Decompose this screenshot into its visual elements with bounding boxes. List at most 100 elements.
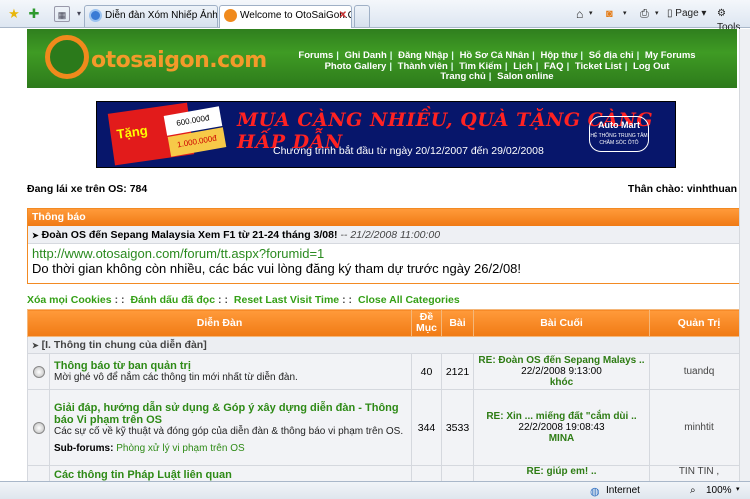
mark-read-link[interactable]: Đánh dấu đã đọc xyxy=(130,294,215,306)
zoom-magnifier-icon[interactable]: ⌕ xyxy=(690,485,696,496)
site-logo[interactable]: otosaigon.com xyxy=(45,35,267,83)
online-count: Đang lái xe trên OS: 784 xyxy=(27,183,148,195)
gift-tag-text: Tặng xyxy=(115,122,149,142)
notice-title[interactable]: Đoàn OS đến Sepang Malaysia Xem F1 từ 21… xyxy=(42,229,338,241)
nav-calendar[interactable]: Lịch xyxy=(513,61,533,72)
add-favorites-icon[interactable]: ✚ xyxy=(26,6,42,22)
nav-my-forums[interactable]: My Forums xyxy=(645,50,696,61)
home-chevron-icon[interactable]: ▾ xyxy=(589,7,593,21)
print-icon[interactable]: ⎙ xyxy=(640,7,649,21)
table-row: Các thông tin Pháp Luật liên quan RE: gi… xyxy=(27,465,749,481)
notice-message: Do thời gian không còn nhiều, các bác vu… xyxy=(32,261,522,276)
col-forum: Diễn Đàn xyxy=(27,309,412,337)
main-nav: Forums | Ghi Danh | Đăng Nhập | Hồ Sơ Cá Nh… xyxy=(262,50,732,83)
forum-actions: Xóa mọi Cookies: : Đánh dấu đã đọc: : Re… xyxy=(27,294,460,306)
col-last-post: Bài Cuối xyxy=(473,309,650,337)
reset-visit-link[interactable]: Reset Last Visit Time xyxy=(234,294,339,306)
forum-name-link[interactable]: Giải đáp, hướng dẫn sử dụng & Góp ý xây … xyxy=(54,402,407,426)
clear-cookies-link[interactable]: Xóa mọi Cookies xyxy=(27,294,112,306)
moderator-link[interactable]: tuandq xyxy=(649,353,749,390)
topics-count: 40 xyxy=(411,353,442,390)
nav-home[interactable]: Trang chủ xyxy=(440,71,485,82)
zoom-chevron-icon[interactable]: ▾ xyxy=(736,485,740,493)
notice-link[interactable]: http://www.otosaigon.com/forum/tt.aspx?f… xyxy=(28,246,748,261)
last-post-date: 22/2/2008 9:13:00 xyxy=(521,366,602,377)
col-moderator: Quản Trị xyxy=(649,309,749,337)
last-post-link[interactable]: RE: Đoàn OS đến Sepang Malays .. xyxy=(478,355,644,366)
subforums-label: Sub-forums: xyxy=(54,442,114,454)
promo-banner[interactable]: Tặng 600.000đ 1.000.000đ MUA CÀNG NHIỀU,… xyxy=(96,101,676,168)
favorites-star-icon[interactable]: ★ xyxy=(6,6,22,22)
last-post-cell: RE: Xin ... miếng đất "cắm dùi .. 22/2/2… xyxy=(473,389,650,466)
feeds-icon[interactable]: ◙ xyxy=(606,7,613,21)
greeting: Thân chào: vinhthuan xyxy=(627,183,737,195)
nav-salon-online[interactable]: Salon online xyxy=(497,71,553,82)
nav-login[interactable]: Đăng Nhập xyxy=(398,50,448,61)
nav-ticket-list[interactable]: Ticket List xyxy=(575,61,622,72)
nav-profile[interactable]: Hồ Sơ Cá Nhân xyxy=(460,50,530,61)
site-header: otosaigon.com Forums | Ghi Danh | Đăng Nhậ… xyxy=(27,29,737,88)
nav-address-book[interactable]: Sổ địa chỉ xyxy=(589,50,634,61)
table-header-row: Diễn Đàn Đề Mục Bài Bài Cuối Quản Trị xyxy=(27,309,749,337)
vertical-scrollbar[interactable] xyxy=(739,29,750,481)
forum-name-link[interactable]: Thông báo từ ban quản trị xyxy=(54,360,407,372)
logo-emblem xyxy=(45,35,89,79)
last-post-date: 22/2/2008 19:08:43 xyxy=(518,422,605,433)
col-posts: Bài xyxy=(441,309,474,337)
posts-count xyxy=(441,465,474,481)
online-bar: Đang lái xe trên OS: 784 Thân chào: vinh… xyxy=(27,183,737,197)
notice-title-row: ➤ Đoàn OS đến Sepang Malaysia Xem F1 từ … xyxy=(28,226,748,244)
close-tab-icon[interactable]: ✕ xyxy=(339,6,347,26)
nav-forums[interactable]: Forums xyxy=(298,50,333,61)
nav-members[interactable]: Thành viên xyxy=(398,61,448,72)
home-icon[interactable]: ⌂ xyxy=(576,7,583,21)
subforum-link[interactable]: Phòng xử lý vi phạm trên OS xyxy=(116,443,244,454)
close-categories-link[interactable]: Close All Categories xyxy=(358,294,460,306)
nav-register[interactable]: Ghi Danh xyxy=(345,50,387,61)
last-post-cell: RE: giúp em! .. xyxy=(473,465,650,481)
arrow-icon: ➤ xyxy=(32,231,39,240)
forum-table: Diễn Đàn Đề Mục Bài Bài Cuối Quản Trị ➤ [… xyxy=(27,309,749,481)
moderator-link[interactable]: minhtit xyxy=(649,389,749,466)
automart-brand: Auto Mart xyxy=(598,120,640,130)
nav-photo-gallery[interactable]: Photo Gallery xyxy=(325,61,387,72)
forum-description: Mời ghé vô để nắm các thông tin mới nhất… xyxy=(54,372,298,383)
table-row: Giải đáp, hướng dẫn sử dụng & Góp ý xây … xyxy=(27,389,749,466)
web-page: otosaigon.com Forums | Ghi Danh | Đăng Nhậ… xyxy=(27,29,750,481)
automart-logo: Auto Mart HỆ THỐNG TRUNG TÂM CHĂM SÓC ÔTÔ xyxy=(589,116,649,152)
forum-status-cell xyxy=(27,353,50,390)
forum-name-link[interactable]: Các thông tin Pháp Luật liên quan xyxy=(54,469,407,481)
posts-count: 3533 xyxy=(441,389,474,466)
tab-otosaigon[interactable]: Welcome to OtoSaiGon.C... ✕ xyxy=(219,5,352,28)
moderator-link[interactable]: TIN TIN , xyxy=(649,465,749,481)
last-post-link[interactable]: RE: Xin ... miếng đất "cắm dùi .. xyxy=(486,411,636,422)
last-post-link[interactable]: RE: giúp em! .. xyxy=(527,466,597,477)
notice-date: -- 21/2/2008 11:00:00 xyxy=(340,229,441,241)
tab-label: Diễn đàn Xóm Nhiếp Ảnh xyxy=(105,10,218,21)
forum-description: Các sự cố về kỹ thuật và đóng góp của di… xyxy=(54,425,404,437)
forum-info-cell: Các thông tin Pháp Luật liên quan xyxy=(49,465,412,481)
new-tab-button[interactable] xyxy=(354,5,370,27)
zoom-level[interactable]: 100% xyxy=(706,485,732,496)
print-chevron-icon[interactable]: ▾ xyxy=(655,7,659,21)
topics-count xyxy=(411,465,442,481)
last-post-cell: RE: Đoàn OS đến Sepang Malays .. 22/2/20… xyxy=(473,353,650,390)
tab-xom-nhiep-anh[interactable]: Diễn đàn Xóm Nhiếp Ảnh xyxy=(84,5,218,27)
category-row[interactable]: ➤ [I. Thông tin chung của diễn đàn] xyxy=(27,336,749,354)
last-post-user[interactable]: khóc xyxy=(550,377,573,388)
tools-gear-icon: ⚙ xyxy=(717,8,726,19)
nav-logout[interactable]: Log Out xyxy=(633,61,669,72)
expand-arrow-icon: ➤ xyxy=(32,341,39,350)
security-zone-label: Internet xyxy=(606,485,640,496)
forum-status-icon xyxy=(32,421,45,434)
feeds-chevron-icon[interactable]: ▾ xyxy=(623,7,627,21)
page-menu-button[interactable]: ▯ Page ▾ xyxy=(667,7,706,21)
logo-text: otosaigon.com xyxy=(91,48,267,73)
nav-search[interactable]: Tìm Kiếm xyxy=(459,61,502,72)
last-post-user[interactable]: MINA xyxy=(549,433,575,444)
otosaigon-favicon xyxy=(224,9,237,22)
nav-faq[interactable]: FAQ xyxy=(544,61,564,72)
ie-page-icon xyxy=(89,9,102,22)
quick-tabs-icon[interactable]: ▦ xyxy=(54,6,70,22)
nav-inbox[interactable]: Hộp thư xyxy=(540,50,577,61)
